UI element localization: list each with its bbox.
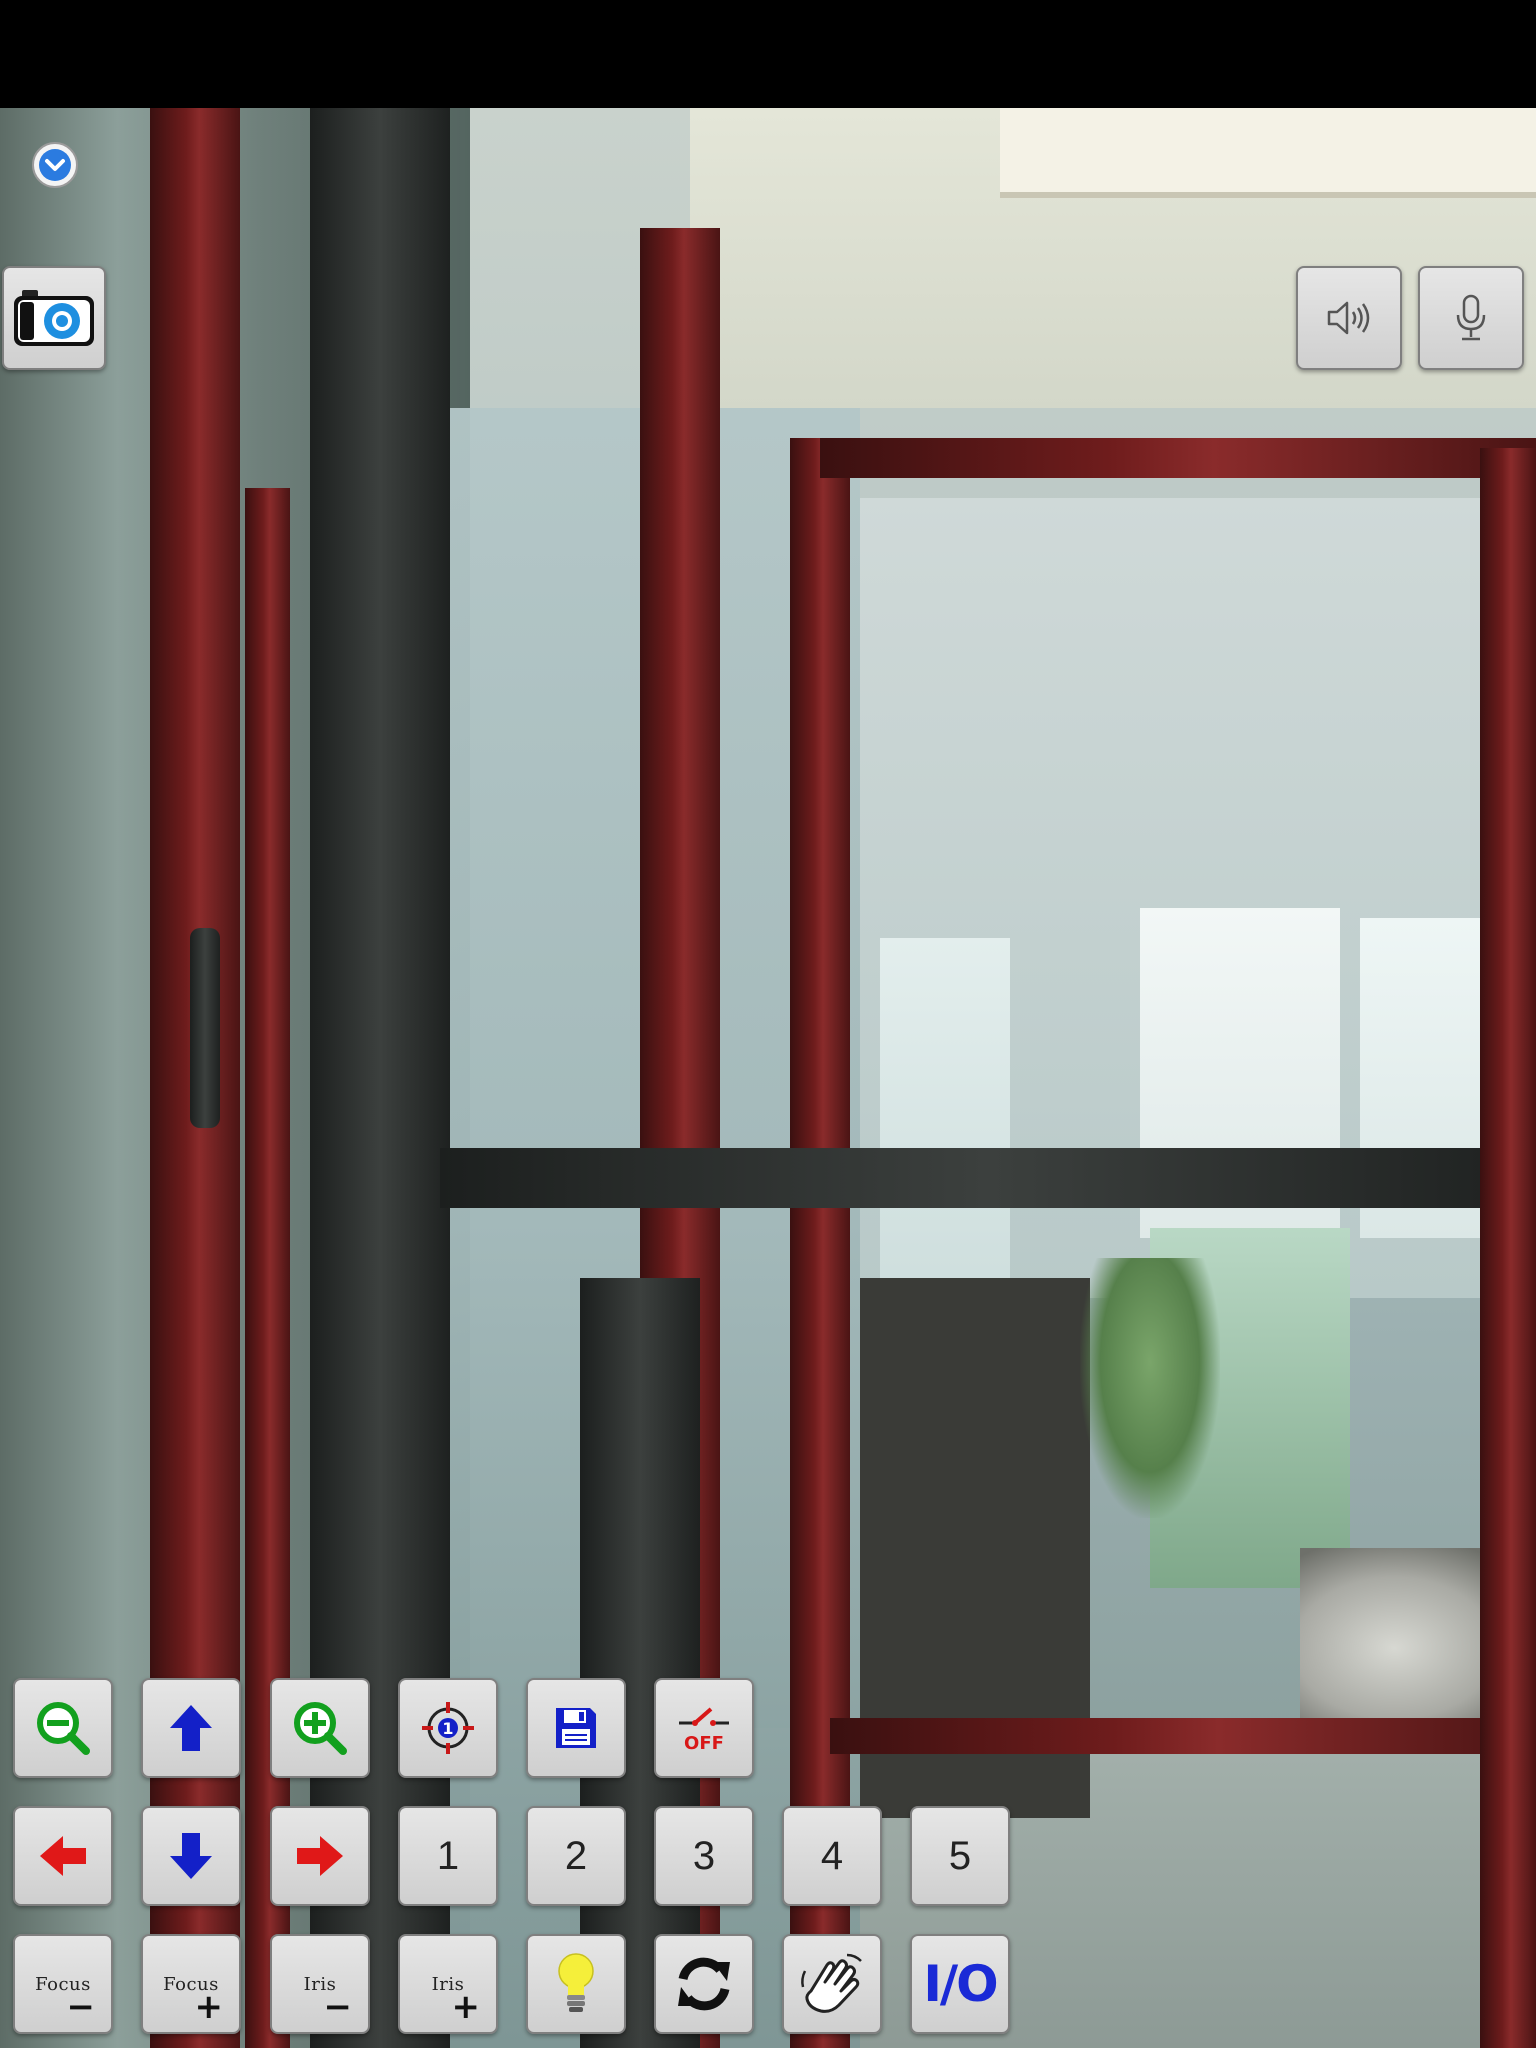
focus-label: Focus [163, 1974, 219, 1995]
target-icon: 1 [422, 1702, 474, 1754]
light-bulb-icon [558, 1953, 594, 2012]
plus-sign: + [194, 1987, 224, 2027]
preset-5-button[interactable]: 5 [910, 1806, 1010, 1906]
tilt-up-button[interactable] [141, 1678, 241, 1778]
preset-label: 1 [436, 1833, 460, 1878]
zoom-in-icon [294, 1702, 347, 1755]
minus-sign: − [66, 1987, 96, 2027]
arrow-down-icon [170, 1833, 212, 1879]
iris-label: Iris [303, 1974, 337, 1995]
preset-4-button[interactable]: 4 [782, 1806, 882, 1906]
cruise-button[interactable] [654, 1934, 754, 2034]
preset-label: 3 [692, 1833, 716, 1878]
hand-wave-button[interactable] [782, 1934, 882, 2034]
camera-icon [14, 290, 94, 346]
arrow-right-icon [297, 1836, 343, 1876]
preset-label: 4 [820, 1833, 844, 1878]
preset-label: 2 [564, 1833, 588, 1878]
io-label: I/O [923, 1955, 998, 2013]
refresh-icon [678, 1957, 730, 2011]
zoom-out-button[interactable] [13, 1678, 113, 1778]
zoom-in-button[interactable] [270, 1678, 370, 1778]
save-preset-button[interactable] [526, 1678, 626, 1778]
focus-minus-button[interactable]: Focus − [13, 1934, 113, 2034]
switch-off-icon: OFF [679, 1707, 729, 1753]
svg-text:1: 1 [442, 1719, 453, 1738]
snapshot-button[interactable] [2, 266, 106, 370]
focus-label: Focus [35, 1974, 91, 1995]
preset-target-button[interactable]: 1 [398, 1678, 498, 1778]
tilt-down-button[interactable] [141, 1806, 241, 1906]
preset-1-button[interactable]: 1 [398, 1806, 498, 1906]
arrow-up-icon [170, 1705, 212, 1751]
expand-toolbar-button[interactable] [32, 142, 78, 188]
pan-right-button[interactable] [270, 1806, 370, 1906]
preset-2-button[interactable]: 2 [526, 1806, 626, 1906]
microphone-button[interactable] [1418, 266, 1524, 370]
plus-sign: + [451, 1987, 481, 2027]
preset-3-button[interactable]: 3 [654, 1806, 754, 1906]
switch-off-button[interactable]: OFF [654, 1678, 754, 1778]
arrow-left-icon [40, 1836, 86, 1876]
chevron-down-icon [39, 149, 71, 181]
hand-wave-icon [801, 1953, 862, 2013]
speaker-button[interactable] [1296, 266, 1402, 370]
pan-left-button[interactable] [13, 1806, 113, 1906]
floppy-disk-icon [556, 1708, 596, 1748]
top-black-bar [0, 0, 1536, 108]
svg-text:OFF: OFF [684, 1733, 724, 1753]
speaker-icon [1327, 301, 1370, 335]
light-button[interactable] [526, 1934, 626, 2034]
iris-plus-button[interactable]: Iris + [398, 1934, 498, 2034]
io-button[interactable]: I/O [910, 1934, 1010, 2034]
iris-label: Iris [431, 1974, 465, 1995]
minus-sign: − [323, 1987, 353, 2027]
microphone-icon [1456, 294, 1486, 341]
iris-minus-button[interactable]: Iris − [270, 1934, 370, 2034]
focus-plus-button[interactable]: Focus + [141, 1934, 241, 2034]
preset-label: 5 [948, 1833, 972, 1878]
zoom-out-icon [37, 1702, 90, 1755]
